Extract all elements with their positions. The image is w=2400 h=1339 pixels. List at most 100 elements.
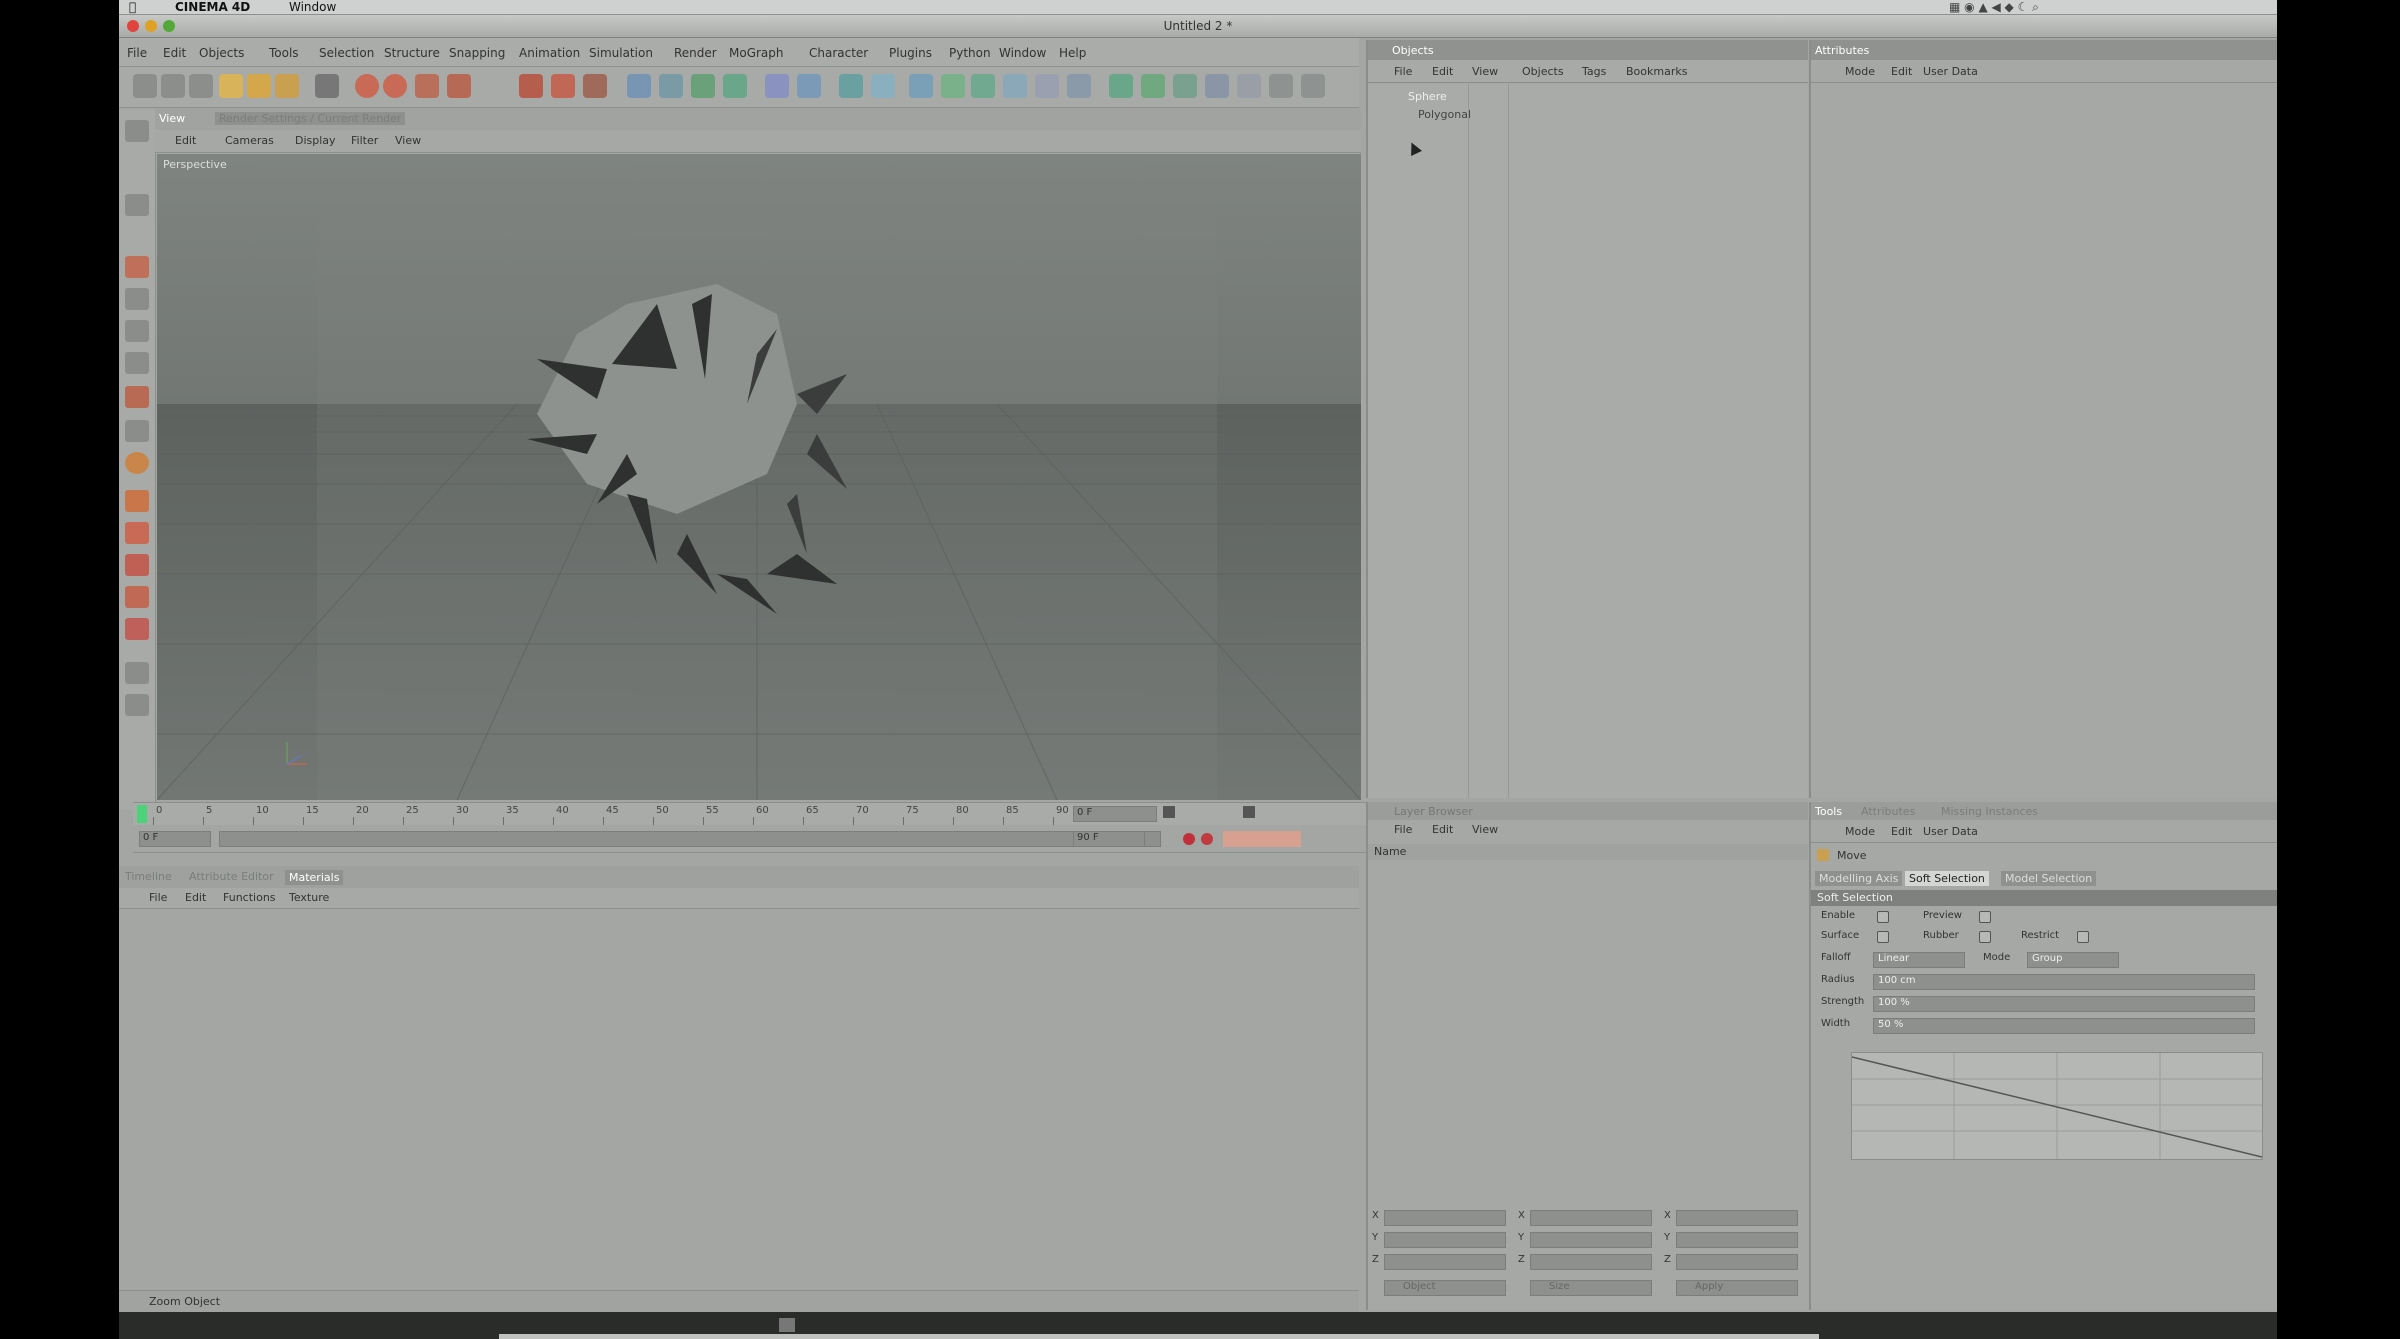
coord-field-z[interactable] — [1384, 1254, 1506, 1270]
viewport-tab[interactable]: View — [159, 112, 185, 125]
cloner-icon[interactable] — [1109, 74, 1133, 98]
autokey-icon[interactable] — [1201, 833, 1213, 845]
menu-selection[interactable]: Selection — [319, 46, 374, 60]
rubber-checkbox[interactable] — [1979, 931, 1991, 943]
enable-checkbox[interactable] — [1877, 911, 1889, 923]
material-menu-file[interactable]: File — [149, 891, 167, 904]
attributes-menu-mode[interactable]: Mode — [1845, 65, 1875, 78]
render-view-icon[interactable] — [519, 74, 543, 98]
solo-icon[interactable] — [125, 554, 149, 576]
goto-start-icon[interactable] — [1163, 806, 1175, 818]
camera-icon[interactable] — [839, 74, 863, 98]
undo-icon[interactable] — [133, 74, 157, 98]
menu-edit[interactable]: Edit — [163, 46, 186, 60]
hair-icon[interactable] — [1237, 74, 1261, 98]
menu-structure[interactable]: Structure — [384, 46, 440, 60]
tool-tab-tools[interactable]: Tools — [1815, 805, 1842, 818]
keyframe-position-icon[interactable] — [1223, 831, 1301, 847]
subtab-soft-selection[interactable]: Soft Selection — [1905, 871, 1989, 886]
effector-icon[interactable] — [1141, 74, 1165, 98]
timeline-range-bar[interactable] — [219, 831, 1161, 847]
z-axis-icon[interactable] — [415, 74, 439, 98]
falloff-field[interactable]: Linear — [1873, 952, 1965, 968]
viewport-menu-view[interactable]: View — [395, 134, 421, 147]
tab-attribute-editor[interactable]: Attribute Editor — [189, 870, 274, 883]
player-progress-bar[interactable] — [499, 1334, 1819, 1339]
x-axis-icon[interactable] — [355, 74, 379, 98]
tool-menu-mode[interactable]: Mode — [1845, 825, 1875, 838]
enable-axis-icon[interactable] — [125, 586, 149, 608]
deformer-icon[interactable] — [765, 74, 789, 98]
objects-menu-bookmarks[interactable]: Bookmarks — [1626, 65, 1687, 78]
object-button[interactable]: Object — [1384, 1280, 1506, 1296]
objects-menu-tags[interactable]: Tags — [1582, 65, 1606, 78]
y-axis-icon[interactable] — [383, 74, 407, 98]
viewport-menu-edit[interactable]: Edit — [175, 134, 196, 147]
select-icon[interactable] — [275, 74, 299, 98]
render-region-icon[interactable] — [447, 74, 471, 98]
objects-menu-objects[interactable]: Objects — [1522, 65, 1564, 78]
coord-field-z[interactable] — [1676, 1254, 1798, 1270]
material-menu-functions[interactable]: Functions — [223, 891, 276, 904]
material-menu-texture[interactable]: Texture — [289, 891, 329, 904]
menu-file[interactable]: File — [127, 46, 147, 60]
menu-animation[interactable]: Animation — [519, 46, 580, 60]
mode-field[interactable]: Group — [2027, 952, 2119, 968]
mograph-icon[interactable] — [1003, 74, 1027, 98]
app-menu-window[interactable]: Window — [289, 0, 336, 14]
spline-icon[interactable] — [941, 74, 965, 98]
record-icon[interactable] — [1183, 833, 1195, 845]
app-name[interactable]: CINEMA 4D — [175, 0, 250, 14]
material-area[interactable] — [119, 909, 1359, 1289]
viewport-tab-hint[interactable]: Render Settings / Current Render — [215, 112, 406, 125]
playhead[interactable] — [137, 805, 147, 823]
zoom-icon[interactable] — [161, 74, 185, 98]
menu-simulation[interactable]: Simulation — [589, 46, 653, 60]
coord-field-x[interactable] — [1676, 1210, 1798, 1226]
nurbs-icon[interactable] — [971, 74, 995, 98]
objects-menu-edit[interactable]: Edit — [1432, 65, 1453, 78]
subtab-model-selection[interactable]: Model Selection — [2001, 871, 2097, 886]
play-icon[interactable] — [1243, 806, 1255, 818]
sketch-icon[interactable] — [1269, 74, 1293, 98]
menu-character[interactable]: Character — [809, 46, 868, 60]
edges-mode-icon[interactable] — [125, 352, 149, 374]
pen-icon[interactable] — [659, 74, 683, 98]
coordinate-system-icon[interactable] — [315, 74, 339, 98]
coord-field-y[interactable] — [1384, 1232, 1506, 1248]
player-play-icon[interactable] — [779, 1318, 795, 1332]
scale-icon[interactable] — [189, 74, 213, 98]
radius-field[interactable]: 100 cm — [1873, 974, 2255, 990]
objects-menu-file[interactable]: File — [1394, 65, 1412, 78]
coord-field-y[interactable] — [1676, 1232, 1798, 1248]
scene-icon[interactable] — [797, 74, 821, 98]
menu-mograph[interactable]: MoGraph — [729, 46, 784, 60]
rotate-icon[interactable] — [247, 74, 271, 98]
points-mode-icon[interactable] — [125, 320, 149, 342]
strength-field[interactable]: 100 % — [1873, 996, 2255, 1012]
dynamics-icon[interactable] — [1205, 74, 1229, 98]
current-frame-field[interactable]: 0 F — [1073, 806, 1157, 822]
menu-window[interactable]: Window — [999, 46, 1046, 60]
coord-field-x[interactable] — [1530, 1210, 1652, 1226]
menu-help[interactable]: Help — [1059, 46, 1086, 60]
array-icon[interactable] — [723, 74, 747, 98]
floor-icon[interactable] — [909, 74, 933, 98]
menu-tools[interactable]: Tools — [269, 46, 299, 60]
apple-icon[interactable]:  — [129, 0, 136, 14]
layer-menu-file[interactable]: File — [1394, 823, 1412, 836]
menu-plugins[interactable]: Plugins — [889, 46, 932, 60]
surface-checkbox[interactable] — [1877, 931, 1889, 943]
viewport-menu-display[interactable]: Display — [295, 134, 336, 147]
coord-field-z[interactable] — [1530, 1254, 1652, 1270]
snap-icon[interactable] — [125, 490, 149, 512]
viewport-menu-cameras[interactable]: Cameras — [225, 134, 274, 147]
viewport-solo-icon[interactable] — [125, 618, 149, 640]
layout-icon[interactable] — [1301, 74, 1325, 98]
end-frame-field[interactable]: 90 F — [1073, 831, 1145, 847]
texture-mode-icon[interactable] — [125, 256, 149, 278]
width-field[interactable]: 50 % — [1873, 1018, 2255, 1034]
object-row-sphere[interactable]: Sphere — [1368, 88, 1808, 106]
menu-render[interactable]: Render — [674, 46, 717, 60]
start-frame-field[interactable]: 0 F — [139, 831, 211, 847]
